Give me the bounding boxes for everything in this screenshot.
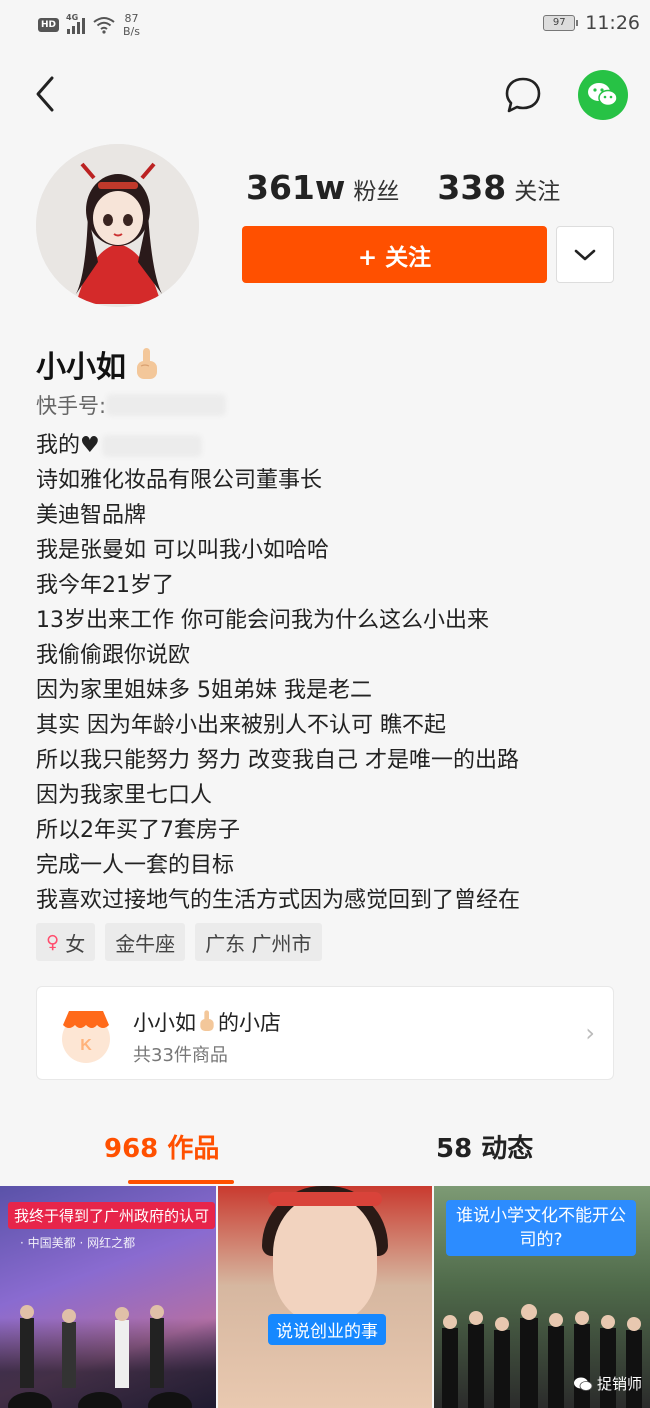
profile-name-text: 小小如	[36, 350, 126, 385]
wechat-watermark-icon	[573, 1377, 593, 1391]
redacted-id	[106, 394, 227, 416]
bio-line: 诗如雅化妆品有限公司董事长	[36, 468, 323, 493]
female-icon: ♀	[46, 931, 60, 953]
wifi-icon	[93, 17, 115, 34]
svg-text:K: K	[80, 1037, 92, 1054]
bio-line: 我喜欢过接地气的生活方式因为感觉回到了曾经在	[36, 888, 521, 913]
video-caption: 我终于得到了广州政府的认可	[8, 1202, 216, 1229]
bio-text: 我的♥	[36, 433, 100, 458]
stage-figures	[8, 1305, 192, 1408]
bio-line: 我是张曼如 可以叫我小如哈哈	[36, 538, 329, 563]
bio-line: 我偷偷跟你说欧	[36, 643, 191, 668]
portrait-headband	[268, 1192, 382, 1206]
pointing-up-emoji-icon	[200, 1010, 214, 1031]
speed-value: 87	[124, 12, 139, 25]
video-subcaption: · 中国美都 · 网红之都	[20, 1236, 136, 1250]
shop-title: 小小如 的小店	[133, 1007, 281, 1037]
profile-name: 小小如	[36, 342, 162, 386]
bio-line: 美迪智品牌	[36, 503, 147, 528]
following-label[interactable]: 关注	[514, 172, 560, 206]
avatar[interactable]	[36, 144, 199, 307]
kuaishou-id-label: 快手号:	[36, 394, 107, 418]
video-thumbnail[interactable]: 谁说小学文化不能开公司的? 捉销师	[434, 1186, 650, 1408]
kuaishou-id: 快手号:	[36, 390, 227, 420]
bio-line: 13岁出来工作 你可能会问我为什么这么小出来	[36, 608, 489, 633]
video-thumbnail[interactable]: 说说创业的事	[218, 1186, 432, 1408]
followers-count[interactable]: 361w	[246, 168, 345, 207]
bio-line: 所以我只能努力 努力 改变我自己 才是唯一的出路	[36, 748, 519, 773]
video-thumbnail[interactable]: 我终于得到了广州政府的认可 · 中国美都 · 网红之都	[0, 1186, 216, 1408]
bio-line: 完成一人一套的目标	[36, 853, 235, 878]
chevron-down-icon	[574, 249, 596, 260]
avatar-illustration	[36, 144, 199, 307]
network-speed: 87 B/s	[123, 12, 140, 38]
profile-tags: ♀ 女 金牛座 广东 广州市	[36, 923, 322, 961]
more-options-button[interactable]	[556, 226, 614, 283]
profile-stats: 361w 粉丝 338 关注	[246, 168, 560, 207]
battery-icon: 97	[543, 15, 579, 31]
following-count[interactable]: 338	[437, 168, 506, 207]
chevron-right-icon: ›	[585, 1019, 595, 1047]
follow-button[interactable]: + 关注	[242, 226, 547, 283]
bio-line: 因为我家里七口人	[36, 783, 213, 808]
wechat-share-button[interactable]	[578, 70, 628, 120]
shop-title-suffix: 的小店	[218, 1011, 281, 1035]
network-type: 4G	[66, 13, 79, 22]
gender-tag: ♀ 女	[36, 923, 96, 961]
video-caption: 说说创业的事	[268, 1314, 386, 1345]
followers-label[interactable]: 粉丝	[353, 172, 399, 206]
redacted-text	[101, 435, 202, 457]
bio-line: 因为家里姐妹多 5姐弟妹 我是老二	[36, 678, 372, 703]
signal-icon: 4G	[66, 13, 86, 34]
status-bar: HD 4G 87 B/s 97 11:26	[0, 0, 650, 50]
bio-line: 我今年21岁了	[36, 573, 174, 598]
zodiac-tag: 金牛座	[105, 923, 186, 961]
hd-indicator: HD	[38, 18, 60, 32]
tab-moments[interactable]: 58 动态	[436, 1128, 533, 1165]
portrait-face	[273, 1196, 377, 1322]
watermark-text: 捉销师	[596, 1375, 642, 1393]
video-grid: 我终于得到了广州政府的认可 · 中国美都 · 网红之都 说说创业的事 谁说小学文…	[0, 1186, 650, 1408]
shop-owner-name: 小小如	[133, 1011, 196, 1035]
video-caption: 谁说小学文化不能开公司的?	[446, 1200, 636, 1256]
speed-unit: B/s	[123, 25, 140, 38]
watermark: 捉销师	[573, 1373, 642, 1394]
back-arrow-icon[interactable]	[28, 72, 68, 116]
shop-card[interactable]: K 小小如 的小店 共33件商品 ›	[36, 986, 614, 1080]
bio-line: 我的♥	[36, 428, 626, 463]
clock: 11:26	[585, 12, 640, 34]
bio-line: 其实 因为年龄小出来被别人不认可 瞧不起	[36, 713, 446, 738]
gender-text: 女	[65, 931, 86, 956]
tab-works-indicator	[128, 1180, 234, 1184]
tab-works[interactable]: 968 作品	[104, 1128, 219, 1165]
location-tag: 广东 广州市	[195, 923, 322, 961]
shop-logo-icon: K	[62, 1011, 110, 1063]
shop-item-count: 共33件商品	[133, 1045, 228, 1066]
pointing-up-emoji-icon	[137, 348, 157, 379]
bio: 我的♥ 诗如雅化妆品有限公司董事长 美迪智品牌 我是张曼如 可以叫我小如哈哈 我…	[36, 428, 626, 918]
chat-bubble-icon[interactable]	[500, 72, 546, 118]
bio-line: 所以2年买了7套房子	[36, 818, 240, 843]
wechat-icon	[588, 83, 618, 107]
